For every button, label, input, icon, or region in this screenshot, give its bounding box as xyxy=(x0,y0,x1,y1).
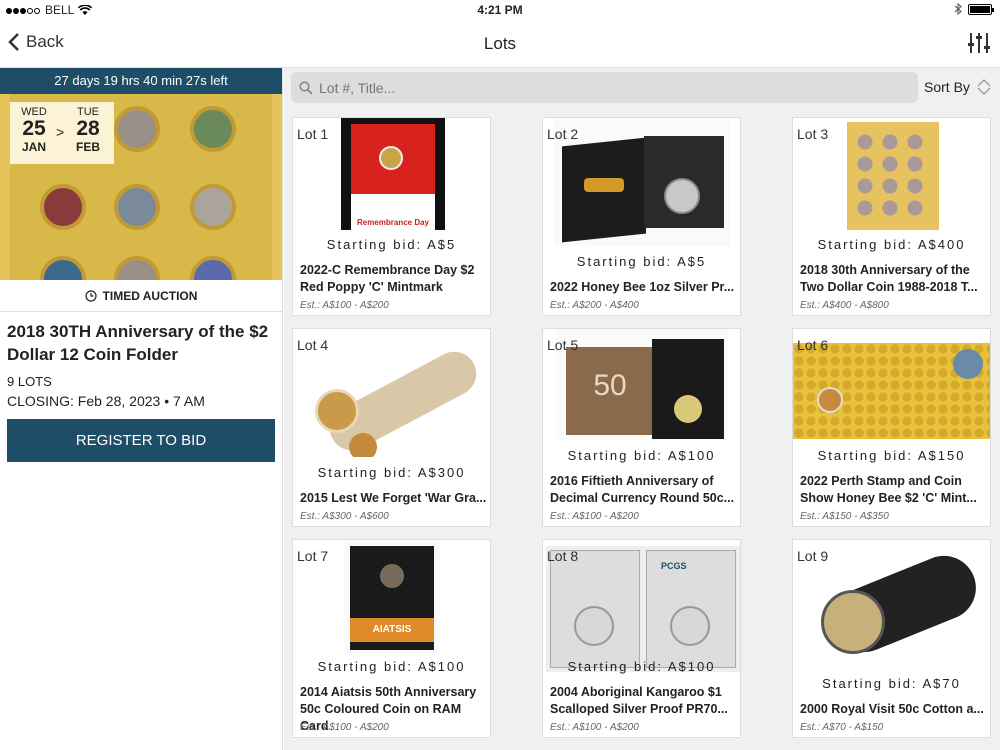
lot-title: 2004 Aboriginal Kangaroo $1 Scalloped Si… xyxy=(550,685,728,716)
lot-estimate: Est.: A$100 - A$200 xyxy=(300,300,389,311)
lot-image xyxy=(809,546,985,670)
lot-image xyxy=(793,343,990,439)
starting-bid: Starting bid: A$70 xyxy=(822,676,961,691)
lot-card-1[interactable]: Lot 1 Remembrance Day Starting bid: A$5 … xyxy=(292,117,491,316)
lot-image xyxy=(554,118,730,246)
start-date: 25 xyxy=(22,117,46,140)
lot-number: Lot 8 xyxy=(547,548,579,564)
status-bar: BELL 4:21 PM xyxy=(0,0,1000,20)
lot-estimate: Est.: A$100 - A$200 xyxy=(550,722,639,733)
lot-estimate: Est.: A$100 - A$200 xyxy=(300,722,389,733)
sort-by-label: Sort By xyxy=(924,79,970,95)
closing-time: CLOSING: Feb 28, 2023 • 7 AM xyxy=(7,393,205,409)
lot-title: 2022 Perth Stamp and Coin Show Honey Bee… xyxy=(800,474,977,505)
navigation-bar: Back Lots xyxy=(0,20,1000,68)
lot-estimate: Est.: A$100 - A$200 xyxy=(550,511,639,522)
lot-title: 2016 Fiftieth Anniversary of Decimal Cur… xyxy=(550,474,735,505)
sliders-icon xyxy=(968,33,990,53)
lot-card-3[interactable]: Lot 3 Starting bid: A$400 2018 30th Anni… xyxy=(792,117,991,316)
starting-bid: Starting bid: A$100 xyxy=(567,448,716,463)
bluetooth-icon xyxy=(954,3,962,15)
end-month: FEB xyxy=(76,140,100,154)
lot-card-4[interactable]: Lot 4 Starting bid: A$300 2015 Lest We F… xyxy=(292,328,491,527)
starting-bid: Starting bid: A$5 xyxy=(576,254,707,269)
lots-panel: Sort By Lot 1 Remembrance Day Starting b… xyxy=(284,68,1000,750)
register-to-bid-button[interactable]: REGISTER TO BID xyxy=(7,419,275,462)
lot-number: Lot 4 xyxy=(297,337,329,353)
lot-number: Lot 1 xyxy=(297,126,329,142)
lot-estimate: Est.: A$300 - A$600 xyxy=(300,511,389,522)
starting-bid: Starting bid: A$400 xyxy=(817,237,966,252)
lot-image-caption: Remembrance Day xyxy=(351,194,435,230)
sort-by-button[interactable]: Sort By xyxy=(924,79,992,95)
lot-number: Lot 7 xyxy=(297,548,329,564)
lot-estimate: Est.: A$150 - A$350 xyxy=(800,511,889,522)
lot-title: 2018 30th Anniversary of the Two Dollar … xyxy=(800,263,978,294)
starting-bid: Starting bid: A$100 xyxy=(567,659,716,674)
start-month: JAN xyxy=(21,140,46,154)
lot-image: PCGS xyxy=(546,546,740,672)
lot-count: 9 LOTS xyxy=(7,374,52,389)
lot-card-8[interactable]: Lot 8 PCGS Starting bid: A$100 2004 Abor… xyxy=(542,539,741,738)
starting-bid: Starting bid: A$100 xyxy=(317,659,466,674)
lot-image-caption: AIATSIS xyxy=(350,618,434,642)
starting-bid: Starting bid: A$5 xyxy=(326,237,457,252)
auction-type-label: TIMED AUCTION xyxy=(102,288,198,303)
filter-button[interactable] xyxy=(966,30,992,61)
lot-number: Lot 6 xyxy=(797,337,829,353)
page-title: Lots xyxy=(483,34,517,53)
lot-image: 50 xyxy=(556,329,728,441)
date-arrow: > xyxy=(56,124,65,140)
lot-card-7[interactable]: Lot 7 AIATSIS Starting bid: A$100 2014 A… xyxy=(292,539,491,738)
auction-type: TIMED AUCTION xyxy=(0,280,282,312)
auction-image[interactable]: WED 25 JAN > TUE 28 FEB xyxy=(0,94,282,280)
lot-title: 2000 Royal Visit 50c Cotton a... xyxy=(800,702,984,716)
lot-card-6[interactable]: Lot 6 Starting bid: A$150 2022 Perth Sta… xyxy=(792,328,991,527)
lot-card-9[interactable]: Lot 9 Starting bid: A$70 2000 Royal Visi… xyxy=(792,539,991,738)
clock: 4:21 PM xyxy=(477,3,523,17)
clock-icon xyxy=(84,289,97,302)
lot-image: Remembrance Day xyxy=(341,118,445,230)
lot-image-caption: 50 xyxy=(566,347,654,435)
auction-title: 2018 30TH Anniversary of the $2 Dollar 1… xyxy=(7,322,269,364)
lot-card-2[interactable]: Lot 2 Starting bid: A$5 2022 Honey Bee 1… xyxy=(542,117,741,316)
countdown-banner: 27 days 19 hrs 40 min 27s left xyxy=(0,68,282,94)
starting-bid: Starting bid: A$150 xyxy=(817,448,966,463)
auction-panel: 27 days 19 hrs 40 min 27s left WED 25 JA… xyxy=(0,68,283,750)
lot-estimate: Est.: A$400 - A$800 xyxy=(800,300,889,311)
battery-icon xyxy=(968,3,994,15)
lot-number: Lot 2 xyxy=(547,126,579,142)
lot-estimate: Est.: A$200 - A$400 xyxy=(550,300,639,311)
lot-number: Lot 5 xyxy=(547,337,579,353)
sort-icon xyxy=(977,79,991,95)
auction-dates: WED 25 JAN > TUE 28 FEB xyxy=(10,102,114,164)
lot-image xyxy=(847,122,939,230)
lot-estimate: Est.: A$70 - A$150 xyxy=(800,722,884,733)
lot-number: Lot 3 xyxy=(797,126,829,142)
search-bar[interactable] xyxy=(291,72,918,103)
lot-image: AIATSIS xyxy=(344,542,440,654)
lot-title: 2022 Honey Bee 1oz Silver Pr... xyxy=(550,280,735,294)
lot-card-5[interactable]: Lot 5 50 Starting bid: A$100 2016 Fiftie… xyxy=(542,328,741,527)
end-date: 28 xyxy=(76,117,100,140)
lot-title: 2022-C Remembrance Day $2 Red Poppy 'C' … xyxy=(300,263,475,294)
starting-bid: Starting bid: A$300 xyxy=(317,465,466,480)
search-icon xyxy=(299,80,313,95)
search-row: Sort By xyxy=(284,68,1000,106)
lot-number: Lot 9 xyxy=(797,548,829,564)
lot-title: 2015 Lest We Forget 'War Gra... xyxy=(300,491,487,505)
lot-image xyxy=(309,339,479,457)
search-input[interactable] xyxy=(319,79,879,96)
